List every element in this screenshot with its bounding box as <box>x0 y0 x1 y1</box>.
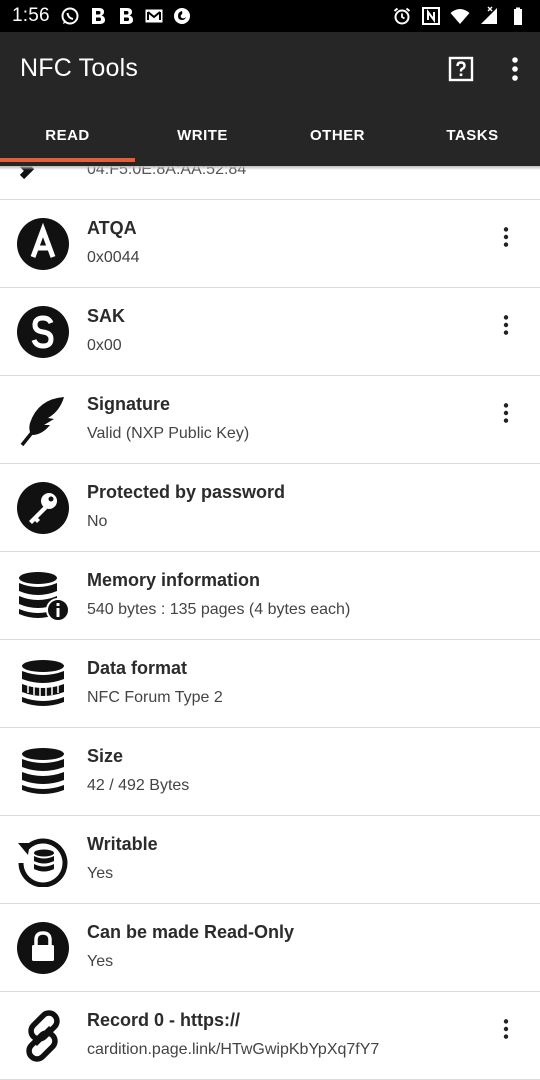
writable-icon <box>16 833 70 888</box>
lock-icon <box>16 921 70 975</box>
list-item-value: Valid (NXP Public Key) <box>87 425 250 442</box>
list-item-title: Record 0 - https:// <box>87 1010 241 1030</box>
database-icon <box>16 745 70 799</box>
feather-icon <box>16 393 70 447</box>
key-icon <box>16 481 70 535</box>
b-icon <box>88 6 108 26</box>
list-item-record-0[interactable]: Record 0 - https:// cardition.page.link/… <box>0 992 540 1080</box>
app-actions <box>448 56 520 82</box>
gmail-icon <box>144 6 164 26</box>
tab-shadow <box>0 166 540 170</box>
status-bar: 1:56 <box>0 0 540 32</box>
list-item-value: cardition.page.link/HTwGwipKbYpXq7fY7 <box>87 1041 380 1058</box>
list-item-data-format[interactable]: Data format NFC Forum Type 2 <box>0 640 540 728</box>
b-icon <box>116 6 136 26</box>
help-icon[interactable] <box>448 56 474 82</box>
tab-other[interactable]: OTHER <box>270 105 405 166</box>
item-more-icon[interactable] <box>496 224 516 250</box>
list-item-value: Yes <box>87 865 114 882</box>
item-more-icon[interactable] <box>496 400 516 426</box>
list-item-title: Data format <box>87 658 188 678</box>
status-time: 1:56 <box>12 5 50 26</box>
list-item-title: Size <box>87 746 124 766</box>
list-item-serial-number[interactable]: 04:F5:0E:8A:AA:52:84 <box>0 166 540 200</box>
tab-write[interactable]: WRITE <box>135 105 270 166</box>
list-item-title: Can be made Read-Only <box>87 922 295 942</box>
list-item-signature[interactable]: Signature Valid (NXP Public Key) <box>0 376 540 464</box>
list-item-title: SAK <box>87 306 126 326</box>
letter-s-icon <box>16 305 70 359</box>
alarm-icon <box>392 6 412 26</box>
tab-bar: READ WRITE OTHER TASKS <box>0 105 540 166</box>
more-vert-icon[interactable] <box>510 56 520 82</box>
list-item-read-only[interactable]: Can be made Read-Only Yes <box>0 904 540 992</box>
letter-a-icon <box>16 217 70 271</box>
wifi-icon <box>450 6 470 26</box>
list-item-value: 42 / 492 Bytes <box>87 777 190 794</box>
list-item-value: 0x0044 <box>87 249 140 266</box>
link-icon <box>16 1009 70 1063</box>
list-item-password[interactable]: Protected by password No <box>0 464 540 552</box>
whatsapp-icon <box>60 6 80 26</box>
item-more-icon[interactable] <box>496 312 516 338</box>
list-item-title: Protected by password <box>87 482 286 502</box>
signal-icon <box>479 6 499 26</box>
tag-info-list: 04:F5:0E:8A:AA:52:84 ATQA 0x0044 SAK 0x0… <box>0 166 540 1080</box>
notification-icons <box>60 6 192 26</box>
system-icons <box>392 6 528 26</box>
tab-tasks[interactable]: TASKS <box>405 105 540 166</box>
nfc-icon <box>421 6 441 26</box>
list-item-value: 0x00 <box>87 337 122 354</box>
list-item-title: Memory information <box>87 570 261 590</box>
app-title: NFC Tools <box>20 54 139 82</box>
list-item-value: 540 bytes : 135 pages (4 bytes each) <box>87 601 351 618</box>
list-item-size[interactable]: Size 42 / 492 Bytes <box>0 728 540 816</box>
list-item-value: NFC Forum Type 2 <box>87 689 223 706</box>
list-item-title: ATQA <box>87 218 137 238</box>
list-item-value: Yes <box>87 953 114 970</box>
firefox-icon <box>172 6 192 26</box>
list-item-title: Writable <box>87 834 158 854</box>
app-bar: NFC Tools <box>0 32 540 105</box>
list-item-value: No <box>87 513 108 530</box>
list-item-sak[interactable]: SAK 0x00 <box>0 288 540 376</box>
list-item-memory[interactable]: Memory information 540 bytes : 135 pages… <box>0 552 540 640</box>
list-item-title: Signature <box>87 394 171 414</box>
tab-read[interactable]: READ <box>0 105 135 166</box>
list-item-atqa[interactable]: ATQA 0x0044 <box>0 200 540 288</box>
database-format-icon <box>16 657 70 711</box>
battery-icon <box>508 6 528 26</box>
item-more-icon[interactable] <box>496 1016 516 1042</box>
list-item-writable[interactable]: Writable Yes <box>0 816 540 904</box>
database-info-icon <box>16 569 70 623</box>
